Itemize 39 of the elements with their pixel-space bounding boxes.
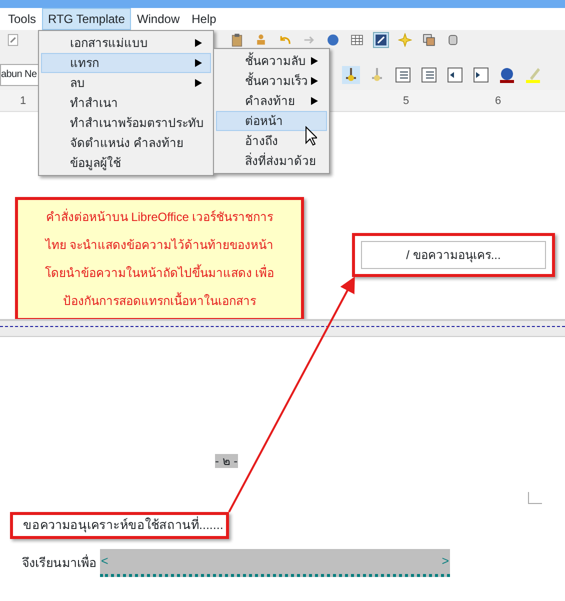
numbered-list-icon[interactable] — [394, 66, 412, 84]
menu-item[interactable]: Tools — [2, 8, 42, 30]
edit-icon[interactable] — [6, 33, 20, 47]
font-color-icon[interactable] — [498, 66, 516, 84]
font-name-field[interactable]: abun Ne — [0, 64, 38, 86]
field-start-mark: < — [101, 553, 108, 570]
menu-item[interactable]: ต่อหน้า — [216, 111, 327, 131]
annotation-callout: คำสั่งต่อหน้าบน LibreOffice เวอร์ชันราชการ ไทย จะนำแสดงข้อความไว้ด้านท้ายของหน้า โดยนำข้อความในหน้าถัดไปขึ้นมาแสดง เพื่อ ป้องกันการสอดแทรกเนื้อหาในเอกสาร — [15, 197, 304, 321]
menu-item[interactable]: ข้อมูลผู้ใช้ — [41, 153, 211, 173]
clipboard-icon[interactable] — [230, 33, 244, 47]
star-icon[interactable] — [398, 33, 412, 47]
menu-item[interactable]: แทรก — [41, 53, 211, 73]
indent-icon[interactable] — [472, 66, 490, 84]
outdent-icon[interactable] — [446, 66, 464, 84]
bullet-list-icon[interactable] — [420, 66, 438, 84]
menu-item[interactable]: ชั้นความเร็ว — [216, 71, 327, 91]
page-number: - ๒ - — [215, 454, 238, 468]
menu-item[interactable]: Window — [130, 8, 186, 30]
brush-icon[interactable] — [374, 33, 388, 47]
mouse-pointer-icon — [305, 126, 317, 146]
footer-field: / ขอความอนุเคร... — [361, 241, 546, 269]
ruler-number: 5 — [403, 94, 410, 109]
closing-label: จึงเรียนมาเพื่อ — [22, 554, 97, 572]
menu-item[interactable]: ชั้นความลับ — [216, 51, 327, 71]
menu-item[interactable]: อ้างถึง — [216, 131, 327, 151]
ruler-number: 1 — [20, 94, 26, 109]
field-end-mark: > — [442, 553, 449, 570]
highlighted-paragraph: ขอความอนุเคราะห์ขอใช้สถานที่....... — [10, 512, 229, 539]
copy-icon[interactable] — [422, 33, 436, 47]
menu-item[interactable]: สิ่งที่ส่งมาด้วย — [216, 151, 327, 171]
menu-item[interactable]: ทำสำเนา — [41, 93, 211, 113]
menu-item[interactable]: ทำสำเนาพร้อมตราประทับ — [41, 113, 211, 133]
menu-item[interactable]: ลบ — [41, 73, 211, 93]
menu-item[interactable]: Help — [186, 8, 222, 30]
menu-item[interactable]: RTG Template — [42, 8, 131, 30]
table-icon[interactable] — [350, 33, 364, 47]
ruler-number: 6 — [495, 94, 502, 109]
menu-item[interactable]: คำลงท้าย — [216, 91, 327, 111]
menu-item[interactable]: จัดตำแหน่ง คำลงท้าย — [41, 133, 211, 153]
